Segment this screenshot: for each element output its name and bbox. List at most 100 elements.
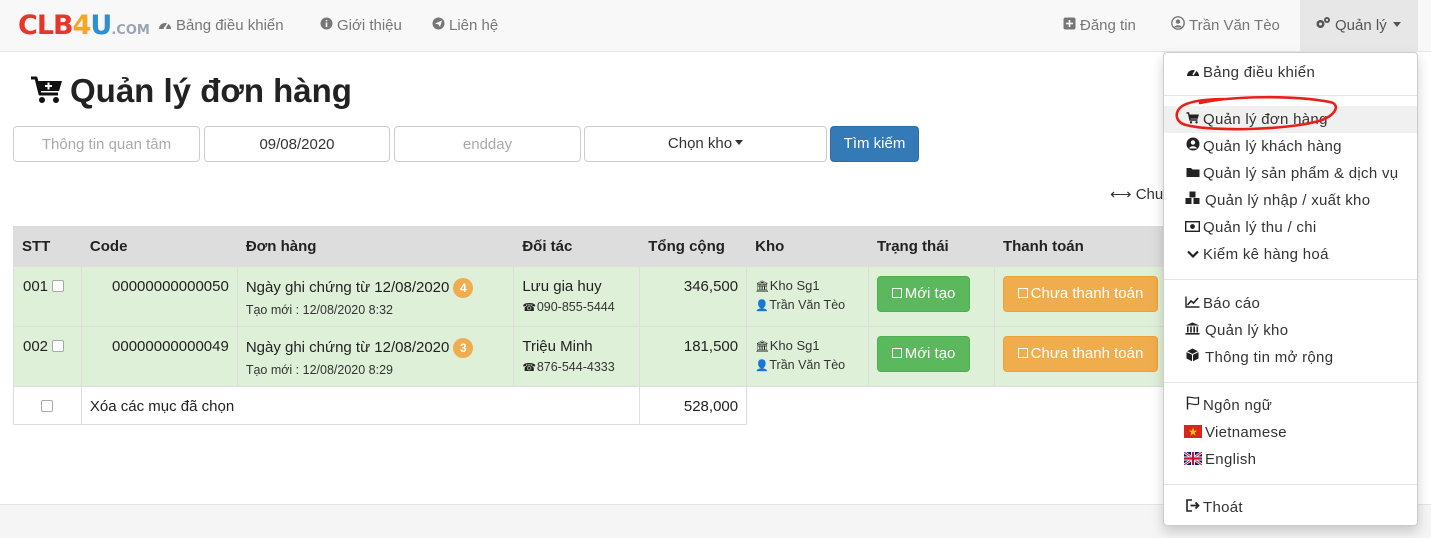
nav-user-label: Trần Văn Tèo: [1189, 17, 1280, 34]
nav-post[interactable]: Đăng tin: [1063, 0, 1136, 52]
info-icon: [320, 0, 333, 52]
row-staff: Trần Văn Tèo: [769, 298, 846, 312]
menu-item-label: Quản lý thu / chi: [1203, 219, 1317, 236]
delete-selected-link[interactable]: Xóa các mục đã chọn: [90, 398, 234, 415]
phone-icon: ☎: [522, 362, 537, 374]
search-button[interactable]: Tìm kiếm: [830, 126, 919, 162]
nav-user[interactable]: Trần Văn Tèo: [1171, 0, 1280, 52]
row-stt: 002: [23, 338, 49, 355]
brand-logo[interactable]: CLB4U.COM: [18, 10, 150, 41]
item-count-badge: 4: [453, 278, 474, 298]
status-button[interactable]: Mới tạo: [877, 336, 971, 372]
row-partner[interactable]: Triệu Minh: [522, 338, 631, 355]
total-cell: 181,500: [639, 326, 748, 387]
start-date-wrap: [204, 126, 390, 162]
col-header-payment[interactable]: Thanh toán: [993, 226, 1174, 267]
status-button[interactable]: Mới tạo: [877, 276, 971, 312]
menu-item-label: Báo cáo: [1203, 295, 1261, 312]
col-header-order[interactable]: Đơn hàng: [236, 226, 515, 267]
menu-item-language[interactable]: Ngôn ngữ: [1164, 392, 1417, 419]
nav-about[interactable]: Giới thiệu: [320, 0, 402, 52]
page-title-text: Quản lý đơn hàng: [70, 72, 352, 109]
row-partner[interactable]: Lưu gia huy: [522, 278, 631, 295]
warehouse-select[interactable]: Chọn kho: [584, 126, 827, 162]
code-cell: 00000000000050: [80, 266, 238, 327]
grand-total: 528,000: [683, 398, 739, 415]
folder-icon: [1184, 160, 1201, 187]
nav-contact-label: Liên hệ: [449, 17, 499, 34]
menu-item-label: Quản lý đơn hàng: [1203, 111, 1328, 128]
menu-divider: [1164, 484, 1417, 485]
dashboard-icon: [158, 0, 172, 52]
row-stt: 001: [23, 278, 49, 295]
start-date-input[interactable]: [205, 127, 389, 161]
row-code[interactable]: 00000000000050: [112, 278, 229, 295]
row-created: Tạo mới : 12/08/2020 8:29: [245, 363, 393, 377]
menu-item-customers[interactable]: Quản lý khách hàng: [1164, 133, 1417, 160]
nav-dashboard[interactable]: Bảng điều khiển: [158, 0, 284, 52]
warehouse-select-label: Chọn kho: [667, 135, 733, 152]
square-icon: [1017, 348, 1028, 358]
menu-divider: [1164, 279, 1417, 280]
table-header-row: STT Code Đơn hàng Đối tác Tổng cộng Kho …: [13, 226, 1174, 267]
menu-item-orders[interactable]: Quản lý đơn hàng: [1164, 106, 1417, 133]
row-checkbox[interactable]: [52, 280, 65, 292]
plus-square-icon: [1063, 0, 1076, 52]
menu-item-label: Quản lý nhập / xuất kho: [1205, 192, 1371, 209]
col-header-code[interactable]: Code: [80, 226, 238, 267]
nav-manage-dropdown[interactable]: Quản lý: [1300, 0, 1418, 52]
brand-part-u: U: [90, 10, 112, 41]
status-cell: Mới tạo: [868, 326, 995, 387]
nav-about-label: Giới thiệu: [337, 17, 402, 34]
menu-item-warehouses[interactable]: Quản lý kho: [1164, 317, 1417, 344]
menu-item-extended[interactable]: Thông tin mở rộng: [1164, 344, 1417, 371]
nav-manage-label: Quản lý: [1335, 17, 1387, 34]
col-header-stt[interactable]: STT: [13, 226, 82, 267]
col-header-partner[interactable]: Đối tác: [513, 226, 641, 267]
brand-part-4: 4: [72, 10, 92, 41]
menu-item-logout[interactable]: Thoát: [1164, 494, 1417, 521]
table-row[interactable]: 001 00000000000050 Ngày ghi chứng từ 12/…: [13, 266, 1174, 327]
payment-button[interactable]: Chưa thanh toán: [1002, 276, 1158, 312]
status-cell: Mới tạo: [868, 266, 995, 327]
table-row[interactable]: 002 00000000000049 Ngày ghi chứng từ 12/…: [13, 326, 1174, 387]
user-icon: 👤: [755, 360, 769, 372]
menu-item-import-export[interactable]: Quản lý nhập / xuất kho: [1164, 187, 1417, 214]
table-footer-row: Xóa các mục đã chọn 528,000: [13, 386, 1173, 425]
arrows-horizontal-icon: ⟷: [1110, 186, 1132, 203]
bank-icon: [1184, 317, 1201, 344]
col-header-warehouse[interactable]: Kho: [746, 226, 870, 267]
menu-item-inventory[interactable]: Kiểm kê hàng hoá: [1164, 241, 1417, 268]
menu-item-products[interactable]: Quản lý sản phẩm & dịch vụ: [1164, 160, 1417, 187]
row-created: Tạo mới : 12/08/2020 8:32: [245, 303, 393, 317]
row-order-title[interactable]: Ngày ghi chứng từ 12/08/2020: [246, 279, 450, 296]
money-icon: [1184, 214, 1201, 241]
col-header-status[interactable]: Trạng thái: [868, 226, 995, 267]
menu-divider: [1164, 382, 1417, 383]
menu-item-vietnamese[interactable]: Vietnamese: [1164, 419, 1417, 446]
row-checkbox[interactable]: [52, 340, 65, 352]
row-warehouse: Kho Sg1: [769, 338, 820, 353]
menu-item-english[interactable]: English: [1164, 446, 1417, 473]
payment-button[interactable]: Chưa thanh toán: [1002, 336, 1158, 372]
menu-item-label: Bảng điều khiển: [1203, 64, 1316, 81]
row-order-title[interactable]: Ngày ghi chứng từ 12/08/2020: [246, 339, 450, 356]
interest-input[interactable]: [14, 127, 199, 161]
menu-item-income[interactable]: Quản lý thu / chi: [1164, 214, 1417, 241]
order-cell: Ngày ghi chứng từ 12/08/2020 4 Tạo mới : …: [236, 266, 515, 327]
menu-item-label: Ngôn ngữ: [1203, 397, 1273, 414]
bank-icon: 🏛: [755, 341, 770, 353]
menu-item-dashboard[interactable]: Bảng điều khiển: [1164, 59, 1417, 86]
caret-down-icon: [1392, 22, 1401, 27]
select-all-checkbox[interactable]: [41, 400, 54, 412]
user-circle-icon: [1184, 133, 1201, 160]
nav-contact[interactable]: Liên hệ: [432, 0, 498, 52]
end-date-input[interactable]: [395, 127, 580, 161]
status-label: Mới tạo: [904, 285, 956, 302]
vietnam-flag-icon: [1184, 420, 1202, 438]
col-header-total[interactable]: Tổng cộng: [639, 226, 748, 267]
row-code[interactable]: 00000000000049: [112, 338, 229, 355]
menu-item-report[interactable]: Báo cáo: [1164, 290, 1417, 317]
convert-link[interactable]: ⟷ Chuy: [1110, 185, 1171, 203]
partner-cell: Triệu Minh ☎ 876-544-4333: [513, 326, 641, 387]
